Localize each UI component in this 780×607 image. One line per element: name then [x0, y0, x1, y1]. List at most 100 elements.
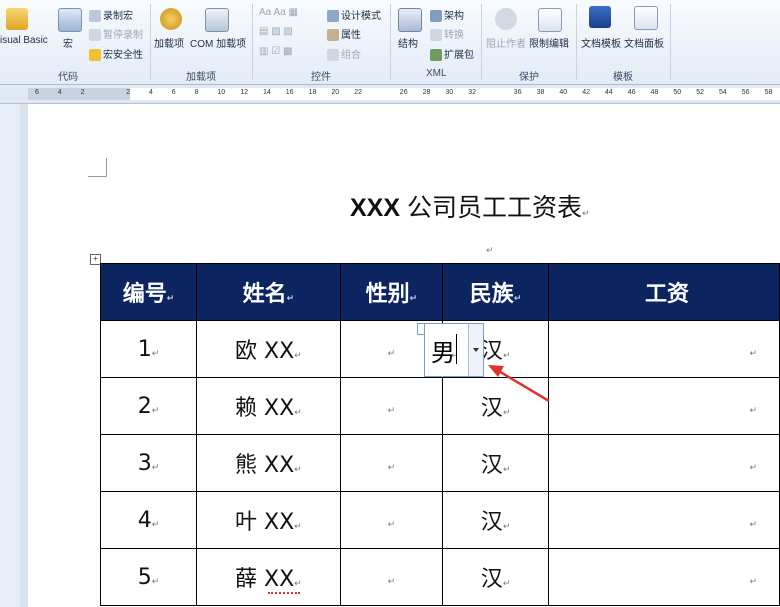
ruler-tick: 8 — [194, 89, 199, 96]
ruler-tick: 26 — [399, 89, 408, 96]
header-cell[interactable]: 民族↵ — [442, 263, 549, 321]
text-controls-row[interactable]: Aa Aa ▦ — [259, 7, 298, 18]
ruler-tick: 40 — [559, 89, 568, 96]
gender-dropdown-control[interactable]: 男 ↵ — [417, 323, 484, 377]
salary-cell[interactable]: ↵ — [547, 491, 780, 549]
name-cell[interactable]: 熊 XX↵ — [196, 434, 341, 492]
ruler-tick: 58 — [764, 89, 773, 96]
ribbon: isual Basic 宏 录制宏 暂停录制 宏安全性 代码 加载项 COM 加… — [0, 0, 780, 85]
header-cell[interactable]: 性别↵ — [339, 263, 444, 321]
header-cell[interactable]: 工资 — [547, 263, 780, 321]
ruler-tick: 30 — [445, 89, 454, 96]
transform-button[interactable]: 转换 — [430, 26, 464, 42]
header-cell[interactable]: 姓名↵ — [196, 263, 341, 321]
ethnic-cell[interactable]: 汉↵ — [442, 491, 549, 549]
group-label-protect: 保护 — [519, 72, 539, 83]
ethnic-cell[interactable]: 汉↵ — [442, 434, 549, 492]
ruler-tick: 2 — [80, 89, 85, 96]
group-label-templates: 模板 — [613, 72, 633, 83]
ruler-tick: 12 — [240, 89, 248, 96]
salary-cell[interactable]: ↵ — [547, 434, 780, 492]
divider — [150, 4, 151, 80]
com-addins-button[interactable]: COM 加载项 — [190, 35, 246, 50]
ruler-tick: 20 — [331, 89, 340, 96]
properties-button[interactable]: 属性 — [327, 26, 361, 42]
document-title[interactable]: XXX 公司员工工资表↵ — [350, 188, 590, 224]
name-cell[interactable]: 欧 XX↵ — [196, 320, 341, 378]
table-row: 3↵ 熊 XX↵ ↵ 汉↵ ↵ — [99, 434, 780, 492]
ruler-tick: 56 — [741, 89, 750, 96]
addins-gear-icon — [160, 8, 182, 30]
gender-cell[interactable]: ↵ — [339, 548, 444, 606]
table-row: 4↵ 叶 XX↵ ↵ 汉↵ ↵ — [99, 491, 780, 549]
structure-button[interactable]: 结构 — [398, 35, 418, 50]
pause-recording-button[interactable]: 暂停录制 — [89, 26, 143, 42]
name-cell[interactable]: 赖 XX↵ — [196, 377, 341, 435]
schema-button[interactable]: 架构 — [430, 7, 464, 23]
header-cell[interactable]: 编号↵ — [99, 263, 198, 321]
com-addins-icon — [205, 8, 229, 32]
ruler-tick: 4 — [57, 89, 62, 96]
vertical-ruler — [0, 104, 20, 607]
ruler-tick: 2 — [126, 89, 131, 96]
macro-security-button[interactable]: 宏安全性 — [89, 46, 143, 62]
block-authors-button[interactable]: 阻止作者 — [486, 35, 526, 50]
pause-icon — [89, 29, 101, 42]
checkbox-controls-row[interactable]: ▥ ☑ ▩ — [259, 46, 292, 57]
warning-icon — [89, 49, 101, 62]
salary-cell[interactable]: ↵ — [547, 320, 780, 378]
schema-icon — [430, 10, 442, 23]
expansion-pack-button[interactable]: 扩展包 — [430, 46, 474, 62]
record-macro-button[interactable]: 录制宏 — [89, 7, 133, 23]
word-template-icon — [589, 6, 611, 28]
design-mode-button[interactable]: 设计模式 — [327, 7, 381, 23]
name-cell[interactable]: 叶 XX↵ — [196, 491, 341, 549]
chevron-down-icon[interactable] — [468, 324, 483, 376]
gender-cell[interactable]: ↵ — [339, 434, 444, 492]
addins-button[interactable]: 加载项 — [154, 35, 184, 50]
divider — [670, 4, 671, 80]
ruler-tick: 10 — [217, 89, 226, 96]
lock-document-icon — [538, 8, 562, 32]
table-header-row: 编号↵ 姓名↵ 性别↵ 民族↵ 工资 — [99, 263, 780, 321]
row-number-cell[interactable]: 5↵ — [99, 548, 198, 606]
picture-controls-row[interactable]: ▤ ▧ ▨ — [259, 26, 293, 37]
name-cell[interactable]: 薛 XX↵ — [196, 548, 341, 606]
ruler-tick: 22 — [354, 89, 362, 96]
group-button[interactable]: 组合 — [327, 46, 361, 62]
divider — [481, 4, 482, 80]
gender-cell[interactable]: ↵ — [339, 491, 444, 549]
ruler-tick: 32 — [468, 89, 476, 96]
doc-template-button[interactable]: 文档模板 — [581, 35, 621, 50]
salary-cell[interactable]: ↵ — [547, 377, 780, 435]
row-number-cell[interactable]: 3↵ — [99, 434, 198, 492]
design-mode-icon — [327, 10, 339, 23]
row-number-cell[interactable]: 2↵ — [99, 377, 198, 435]
margin-corner-mark — [88, 158, 107, 177]
paragraph-mark: ↵ — [581, 208, 590, 218]
ruler-tick: 16 — [285, 89, 294, 96]
horizontal-ruler[interactable]: 6 4 2 2 4 6 8 10 12 14 16 18 20 22 26 28 30 32 36 38 40 42 44 4… — [0, 85, 780, 104]
group-icon — [327, 49, 339, 62]
ruler-tick: 54 — [719, 89, 727, 96]
doc-panel-button[interactable]: 文档面板 — [624, 35, 664, 50]
content-control-tag[interactable] — [417, 323, 425, 335]
ruler-tick: 42 — [582, 89, 590, 96]
salary-cell[interactable]: ↵ — [547, 548, 780, 606]
restrict-editing-button[interactable]: 限制编辑 — [529, 35, 569, 50]
macro-button[interactable]: 宏 — [63, 35, 73, 50]
row-number-cell[interactable]: 4↵ — [99, 491, 198, 549]
ruler-tick: 36 — [513, 89, 522, 96]
gender-cell[interactable]: ↵ — [339, 377, 444, 435]
ethnic-cell[interactable]: 汉↵ — [442, 548, 549, 606]
doc-panel-icon — [634, 6, 658, 30]
table-row: 5↵ 薛 XX↵ ↵ 汉↵ ↵ — [99, 548, 780, 606]
macro-icon — [58, 8, 82, 32]
ruler-tick: 28 — [422, 89, 431, 96]
title-bold: XXX — [350, 194, 401, 222]
visual-basic-button[interactable]: isual Basic — [0, 35, 48, 46]
ethnic-cell[interactable]: 汉↵ — [442, 377, 549, 435]
divider — [576, 4, 577, 80]
row-number-cell[interactable]: 1↵ — [99, 320, 198, 378]
text-cursor — [456, 334, 457, 364]
